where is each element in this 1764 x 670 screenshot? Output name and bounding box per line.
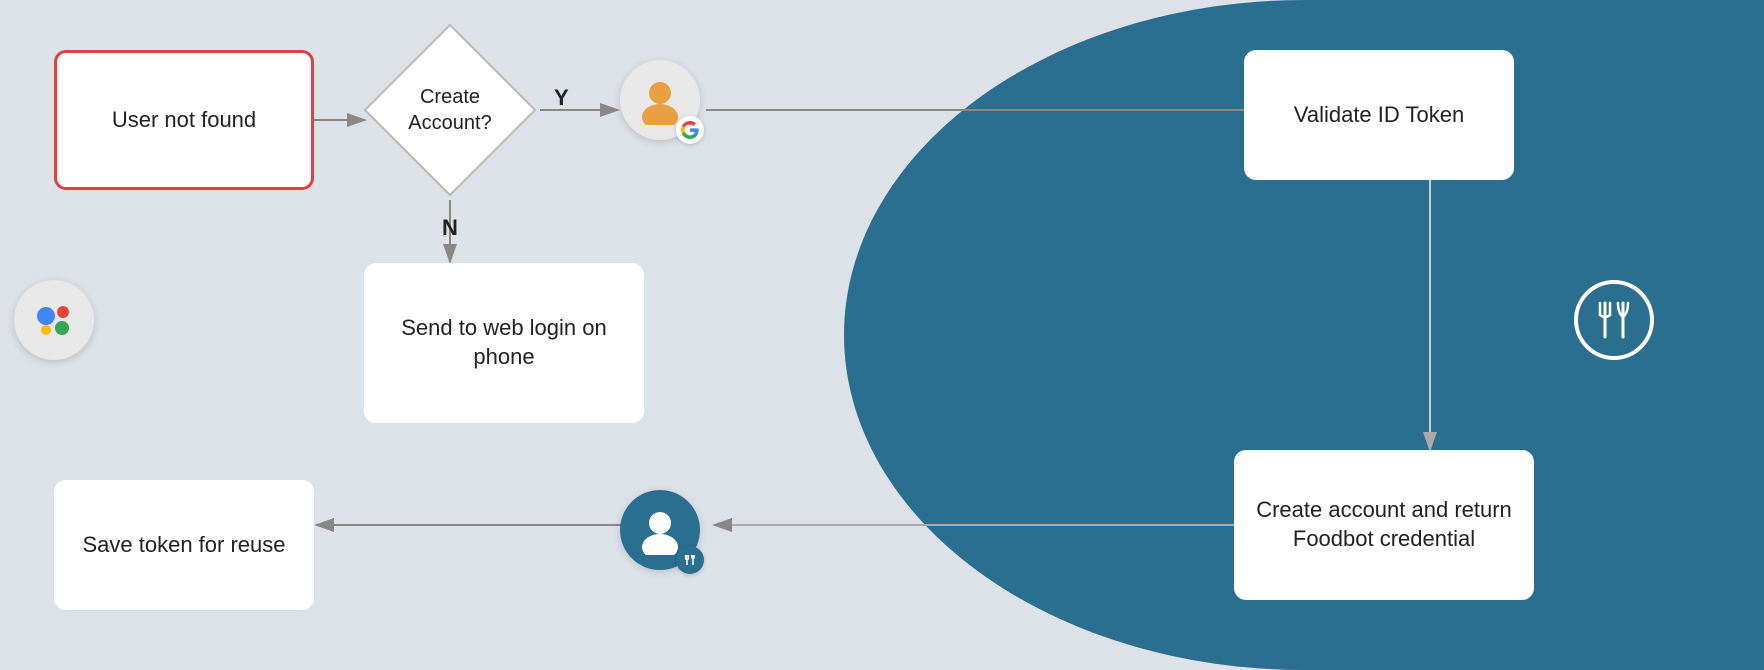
google-assistant-icon bbox=[14, 280, 94, 360]
foodbot-avatar bbox=[620, 490, 700, 570]
save-token-box: Save token for reuse bbox=[54, 480, 314, 610]
diagram-container: User not found CreateAccount? Y N bbox=[0, 0, 1764, 670]
validate-id-box: Validate ID Token bbox=[1244, 50, 1514, 180]
google-avatar bbox=[620, 60, 700, 140]
yes-label: Y bbox=[554, 85, 569, 111]
create-account-diamond: CreateAccount? bbox=[360, 20, 540, 200]
google-badge bbox=[676, 116, 704, 144]
foodbot-circle-icon bbox=[1574, 280, 1654, 360]
create-account-box: Create account and return Foodbot creden… bbox=[1234, 450, 1534, 600]
no-label: N bbox=[442, 215, 458, 241]
user-not-found-box: User not found bbox=[54, 50, 314, 190]
send-to-web-box: Send to web login on phone bbox=[364, 263, 644, 423]
foodbot-badge bbox=[676, 546, 704, 574]
